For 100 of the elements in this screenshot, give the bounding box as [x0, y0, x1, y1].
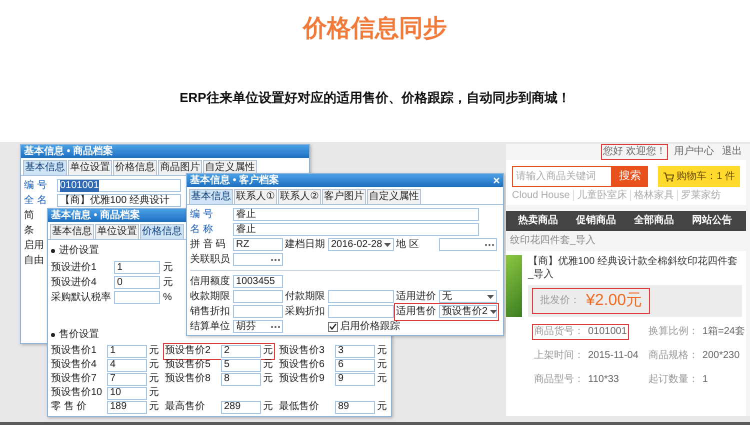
field-label: 地 区: [396, 238, 420, 252]
field-label: 条: [24, 224, 35, 236]
product-title: 【商】优雅100 经典设计款全棉斜纹印花四件套_导入: [528, 255, 738, 281]
input-field[interactable]: 10: [107, 386, 147, 400]
field-label: 拼 音 码: [190, 238, 227, 252]
nav-link[interactable]: 热卖商品: [518, 215, 558, 227]
detail-label: 商品型号：: [534, 374, 584, 386]
field-label: 预设售价2: [165, 345, 212, 357]
dropdown[interactable]: 无: [439, 290, 497, 303]
input-field[interactable]: 5: [221, 358, 261, 372]
header-link[interactable]: 您好 欢迎您！: [603, 146, 666, 158]
input-field[interactable]: 【商】优雅100 经典设计: [57, 194, 181, 207]
detail-label: 换算比例：: [648, 326, 698, 338]
input-field[interactable]: 4: [107, 358, 147, 372]
input-field[interactable]: 8: [221, 372, 261, 386]
tab[interactable]: 自定义属性: [366, 189, 421, 204]
field-label: 预设售价3: [279, 345, 326, 357]
input-field[interactable]: 9: [335, 372, 375, 386]
unit-label: 元: [263, 359, 273, 371]
tab[interactable]: 客户图片: [322, 189, 366, 204]
lookup-field[interactable]: [233, 253, 283, 266]
unit-label: 元: [163, 262, 173, 274]
caret-icon: [384, 242, 392, 246]
input-field[interactable]: 6: [335, 358, 375, 372]
subtitle: ERP往来单位设置好对应的适用售价、价格跟踪，自动同步到商城！: [180, 90, 570, 106]
field-label: 简: [24, 210, 35, 222]
page-title: 价格信息同步: [303, 14, 447, 44]
unit-label: 元: [149, 373, 159, 385]
input-field[interactable]: 189: [107, 400, 147, 414]
cart-button[interactable]: 购物车：1 件: [658, 166, 740, 187]
input-field[interactable]: 89: [335, 400, 375, 414]
price-value: ¥2.00元: [586, 292, 642, 310]
input-field[interactable]: [328, 290, 394, 303]
input-field[interactable]: [233, 305, 283, 318]
input-field[interactable]: 睿止: [233, 223, 479, 236]
unit-label: 元: [263, 345, 273, 357]
field-label: 适用进价: [396, 290, 437, 304]
close-icon[interactable]: [493, 177, 500, 184]
input-field[interactable]: 1: [114, 261, 160, 274]
caret-icon: [487, 294, 494, 298]
input-field[interactable]: 睿止: [233, 208, 479, 221]
detail-label: 商品规格：: [648, 350, 698, 362]
input-field[interactable]: 289: [221, 400, 261, 414]
tab[interactable]: 基本信息: [50, 224, 94, 239]
detail-label: 上架时间：: [534, 350, 584, 362]
tab[interactable]: 基本信息: [189, 189, 233, 204]
field-label: 收款期限: [190, 290, 231, 304]
field-label: 预设售价6: [279, 359, 326, 371]
field-label: 启用: [24, 240, 45, 252]
tab[interactable]: 联系人②: [278, 189, 321, 204]
input-field[interactable]: RZ: [233, 238, 283, 251]
unit-label: 元: [377, 345, 387, 357]
tab[interactable]: 价格信息: [140, 224, 184, 239]
window-title: 基本信息 • 商品档案: [51, 210, 140, 222]
tab[interactable]: 基本信息: [23, 160, 67, 175]
input-field[interactable]: [328, 305, 394, 318]
cart-icon: [662, 172, 674, 182]
search-button[interactable]: 搜索: [612, 166, 648, 187]
unit-label: 元: [149, 387, 159, 399]
nav-link[interactable]: 网站公告: [692, 215, 732, 227]
input-field[interactable]: 7: [107, 372, 147, 386]
breadcrumb-text: 纹印花四件套_导入: [509, 234, 597, 248]
unit-label: 元: [377, 359, 387, 371]
unit-label: 元: [163, 276, 173, 288]
tab[interactable]: 单位设置: [68, 160, 112, 175]
window-title: 基本信息 • 商品档案: [24, 146, 114, 158]
field-label: 编 号: [24, 180, 48, 192]
input-field[interactable]: [114, 291, 160, 304]
header-link[interactable]: 用户中心: [674, 146, 714, 158]
dropdown[interactable]: 2016-02-28: [328, 238, 394, 251]
lookup-field[interactable]: 胡芬: [233, 320, 283, 333]
input-field[interactable]: 1003455: [233, 275, 283, 288]
header-link[interactable]: 退出: [722, 146, 742, 158]
field-label: 名 称: [190, 222, 214, 236]
input-field[interactable]: 0: [114, 276, 160, 289]
nav-link[interactable]: 促销商品: [576, 215, 616, 227]
field-label: 建档日期: [285, 238, 326, 252]
input-field[interactable]: 0101001: [57, 179, 181, 192]
lookup-field[interactable]: [439, 238, 497, 251]
input-field[interactable]: 3: [335, 344, 375, 358]
unit-label: 元: [377, 373, 387, 385]
detail-value: 0101001: [588, 326, 627, 338]
tab[interactable]: 商品图片: [158, 160, 202, 175]
dropdown[interactable]: 预设售价2: [439, 305, 497, 318]
tab[interactable]: 联系人①: [234, 189, 277, 204]
field-label: 预设进价1: [51, 262, 98, 274]
window-title: 基本信息 • 客户档案: [190, 174, 280, 186]
field-label: 最低售价: [279, 401, 320, 413]
field-label: 预设售价4: [51, 359, 98, 371]
input-field[interactable]: [233, 290, 283, 303]
photo-placeholder: [506, 255, 522, 317]
field-label: 预设进价4: [51, 276, 98, 288]
tab[interactable]: 价格信息: [113, 160, 157, 175]
unit-label: 元: [149, 359, 159, 371]
nav-link[interactable]: 全部商品: [634, 215, 674, 227]
input-field[interactable]: 2: [221, 344, 261, 358]
caret-icon: [490, 310, 497, 314]
tab[interactable]: 单位设置: [95, 224, 139, 239]
input-field[interactable]: 1: [107, 344, 147, 358]
checkbox[interactable]: [328, 322, 338, 332]
